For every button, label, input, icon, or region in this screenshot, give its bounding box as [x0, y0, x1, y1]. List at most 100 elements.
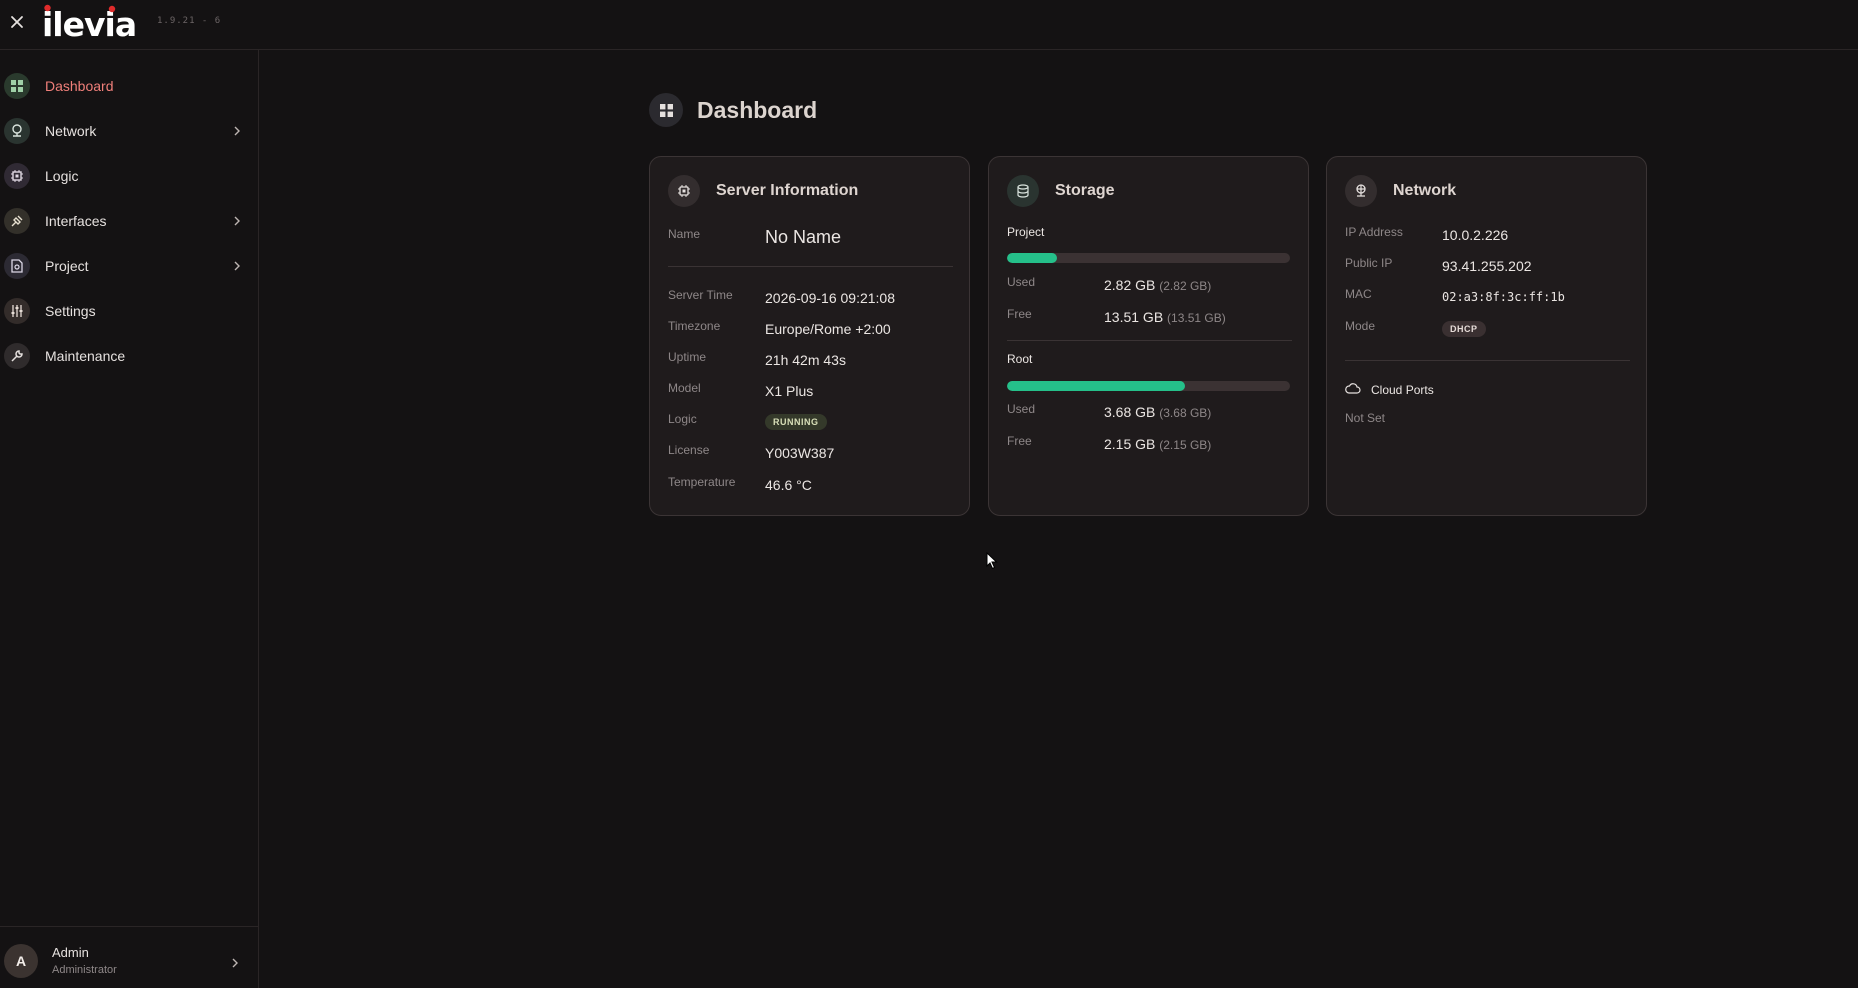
ip-address-row: IP Address 10.0.2.226: [1345, 225, 1630, 245]
project-icon: [4, 253, 30, 279]
field-label: Used: [1007, 402, 1036, 416]
sidebar-item-maintenance[interactable]: Maintenance: [0, 336, 258, 376]
field-label: Free: [1007, 434, 1032, 448]
uptime-value: 21h 42m 43s: [765, 352, 846, 368]
field-label: MAC: [1345, 287, 1372, 301]
storage-section-label: Project: [1007, 225, 1045, 239]
dashboard-icon: [4, 73, 30, 99]
root-free-value: 2.15 GB (2.15 GB): [1104, 436, 1211, 452]
field-label: Public IP: [1345, 256, 1393, 270]
license-row: License Y003W387: [668, 443, 953, 463]
sidebar-item-label: Logic: [45, 168, 79, 184]
wrench-icon: [4, 343, 30, 369]
avatar: A: [4, 944, 38, 978]
sidebar-item-interfaces[interactable]: Interfaces: [0, 201, 258, 241]
free-value: 2.15 GB: [1104, 436, 1156, 452]
mac-value: 02:a3:8f:3c:ff:1b: [1442, 290, 1565, 304]
sidebar-item-label: Dashboard: [45, 78, 114, 94]
logic-status-badge: RUNNING: [765, 414, 827, 430]
project-storage-bar: [1007, 253, 1290, 263]
project-used-value: 2.82 GB (2.82 GB): [1104, 277, 1211, 293]
close-icon[interactable]: [6, 11, 28, 33]
server-information-card: Server Information Name No Name Server T…: [649, 156, 970, 516]
sidebar-item-settings[interactable]: Settings: [0, 291, 258, 331]
public-ip-value: 93.41.255.202: [1442, 258, 1532, 274]
ip-address-value: 10.0.2.226: [1442, 227, 1509, 243]
dashboard-icon: [649, 93, 683, 127]
mac-row: MAC 02:a3:8f:3c:ff:1b: [1345, 287, 1630, 307]
field-label: Free: [1007, 307, 1032, 321]
timezone-value: Europe/Rome +2:00: [765, 321, 891, 337]
field-label: Timezone: [668, 319, 721, 333]
chevron-right-icon: [231, 215, 243, 227]
page-header: Dashboard: [649, 93, 817, 127]
field-label: Mode: [1345, 319, 1376, 333]
used-subvalue: (3.68 GB): [1159, 406, 1212, 420]
temperature-value: 46.6 °C: [765, 477, 812, 493]
model-row: Model X1 Plus: [668, 381, 953, 401]
root-used-value: 3.68 GB (3.68 GB): [1104, 404, 1211, 420]
top-bar: ilevia 1.9.21 - 6: [0, 0, 1858, 50]
sidebar-item-project[interactable]: Project: [0, 246, 258, 286]
card-title: Network: [1393, 182, 1457, 199]
svg-text:ilevia: ilevia: [42, 5, 136, 44]
sidebar: Dashboard Network Logic Interfaces Proje…: [0, 50, 259, 988]
license-value: Y003W387: [765, 445, 835, 461]
project-used-row: Used 2.82 GB (2.82 GB): [1007, 275, 1292, 295]
user-name: Admin: [52, 945, 89, 960]
app-version: 1.9.21 - 6: [157, 16, 222, 26]
server-time-value: 2026-09-16 09:21:08: [765, 290, 895, 306]
sidebar-item-dashboard[interactable]: Dashboard: [0, 66, 258, 106]
sidebar-item-label: Settings: [45, 303, 96, 319]
free-subvalue: (13.51 GB): [1167, 311, 1226, 325]
divider: [1007, 340, 1292, 341]
user-role: Administrator: [52, 964, 117, 976]
cloud-ports-value: Not Set: [1345, 411, 1386, 425]
status-badge: RUNNING: [765, 412, 827, 430]
cloud-icon: [1345, 381, 1361, 399]
server-time-row: Server Time 2026-09-16 09:21:08: [668, 288, 953, 308]
project-storage-fill: [1007, 253, 1057, 263]
cloud-ports-label: Cloud Ports: [1371, 383, 1434, 397]
field-label: License: [668, 443, 710, 457]
logic-icon: [4, 163, 30, 189]
temperature-row: Temperature 46.6 °C: [668, 475, 953, 495]
status-badge: DHCP: [1442, 319, 1486, 337]
mouse-cursor-icon: [986, 551, 998, 575]
used-value: 3.68 GB: [1104, 404, 1156, 420]
public-ip-row: Public IP 93.41.255.202: [1345, 256, 1630, 276]
model-value: X1 Plus: [765, 383, 814, 399]
uptime-row: Uptime 21h 42m 43s: [668, 350, 953, 370]
sidebar-item-logic[interactable]: Logic: [0, 156, 258, 196]
divider: [1345, 360, 1630, 361]
sidebar-item-label: Interfaces: [45, 213, 107, 229]
plug-icon: [4, 208, 30, 234]
user-menu[interactable]: A Admin Administrator: [0, 926, 258, 988]
sidebar-item-network[interactable]: Network: [0, 111, 258, 151]
database-icon: [1007, 175, 1039, 207]
field-label: Uptime: [668, 350, 707, 364]
card-title: Server Information: [716, 182, 859, 199]
field-label: Logic: [668, 412, 697, 426]
sliders-icon: [4, 298, 30, 324]
root-used-row: Used 3.68 GB (3.68 GB): [1007, 402, 1292, 422]
divider: [668, 266, 953, 267]
chevron-right-icon: [231, 125, 243, 137]
page-title: Dashboard: [697, 96, 818, 123]
ilevia-logo: ilevia: [40, 2, 140, 44]
root-storage-bar: [1007, 381, 1290, 391]
root-storage-fill: [1007, 381, 1186, 391]
sidebar-item-label: Network: [45, 123, 97, 139]
chevron-right-icon: [231, 955, 239, 973]
network-icon: [4, 118, 30, 144]
used-subvalue: (2.82 GB): [1159, 279, 1212, 293]
sidebar-item-label: Project: [45, 258, 89, 274]
network-card: Network IP Address 10.0.2.226 Public IP …: [1326, 156, 1647, 516]
field-label: Model: [668, 381, 701, 395]
sidebar-item-label: Maintenance: [45, 348, 126, 364]
free-subvalue: (2.15 GB): [1159, 438, 1212, 452]
project-free-value: 13.51 GB (13.51 GB): [1104, 309, 1226, 325]
card-title: Storage: [1055, 182, 1115, 199]
logic-row: Logic RUNNING: [668, 412, 953, 432]
used-value: 2.82 GB: [1104, 277, 1156, 293]
